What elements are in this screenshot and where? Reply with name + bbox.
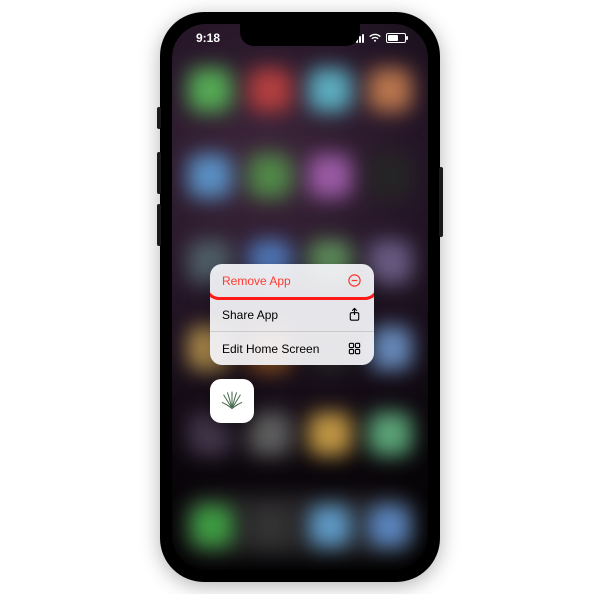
share-icon [347,307,362,322]
menu-item-share-app[interactable]: Share App [210,298,374,332]
menu-item-label: Edit Home Screen [222,342,319,356]
volume-up-button [157,152,161,194]
status-indicators [353,33,406,43]
menu-item-label: Share App [222,308,278,322]
menu-item-edit-home-screen[interactable]: Edit Home Screen [210,332,374,365]
iphone-frame: 9:18 Remove App [160,12,440,582]
remove-circle-icon [347,273,362,288]
battery-icon [386,33,406,43]
wifi-icon [368,33,382,43]
status-time: 9:18 [196,31,220,45]
volume-down-button [157,204,161,246]
apps-icon [347,341,362,356]
side-power-button [439,167,443,237]
silence-switch [157,107,161,129]
screen: 9:18 Remove App [172,24,428,570]
context-menu: Remove App Share App Edit Home Screen [210,264,374,365]
leaf-icon [217,386,247,416]
app-context-container: Remove App Share App Edit Home Screen [210,264,374,423]
menu-item-remove-app[interactable]: Remove App [210,264,374,298]
menu-item-label: Remove App [222,274,291,288]
app-icon[interactable] [210,379,254,423]
notch [240,24,360,46]
